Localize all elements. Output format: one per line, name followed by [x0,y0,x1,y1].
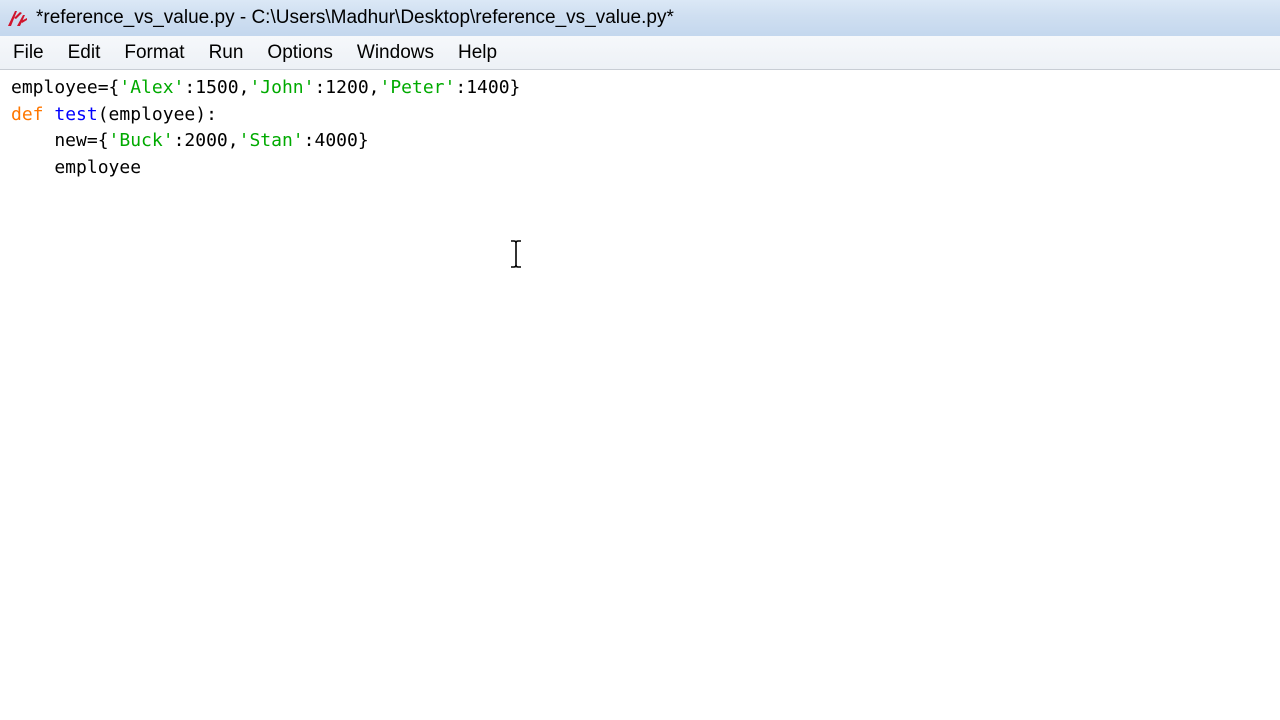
window-title: *reference_vs_value.py - C:\Users\Madhur… [36,7,674,28]
menu-bar: File Edit Format Run Options Windows Help [0,36,1280,70]
code-token: (employee): [97,103,217,125]
code-line[interactable]: employee={'Alex':1500,'John':1200,'Peter… [11,75,520,102]
code-line[interactable]: def test(employee): [11,102,520,129]
string-token: 'Alex' [119,77,185,98]
keyword-token: def [11,103,44,125]
definition-token: test [54,103,98,125]
code-token: :4000} [303,130,369,152]
code-editor[interactable]: employee={'Alex':1500,'John':1200,'Peter… [0,71,1280,720]
menu-format[interactable]: Format [112,38,196,68]
menu-file[interactable]: File [0,38,56,68]
menu-run[interactable]: Run [197,38,256,68]
code-token: employee={ [11,77,120,98]
code-token: :1400} [455,77,521,98]
menu-help[interactable]: Help [446,38,509,68]
title-bar[interactable]: *reference_vs_value.py - C:\Users\Madhur… [0,0,1280,36]
code-token: employee [11,156,142,178]
tk-feather-icon [4,5,30,31]
string-token: 'Stan' [238,130,304,152]
code-line[interactable]: employee [11,155,520,182]
code-token: :1500, [184,77,250,98]
idle-editor-window: *reference_vs_value.py - C:\Users\Madhur… [0,0,1280,720]
code-token: :1200, [314,77,380,98]
string-token: 'Buck' [108,130,174,152]
code-line[interactable]: new={'Buck':2000,'Stan':4000} [11,128,520,155]
string-token: 'Peter' [379,77,456,98]
code-text[interactable]: employee={'Alex':1500,'John':1200,'Peter… [11,75,520,181]
i-beam-cursor-icon [508,239,524,269]
menu-windows[interactable]: Windows [345,38,446,68]
menu-options[interactable]: Options [255,38,344,68]
code-token: :2000, [173,130,239,152]
string-token: 'John' [249,77,315,98]
code-token: new={ [11,130,109,152]
menu-edit[interactable]: Edit [56,38,113,68]
